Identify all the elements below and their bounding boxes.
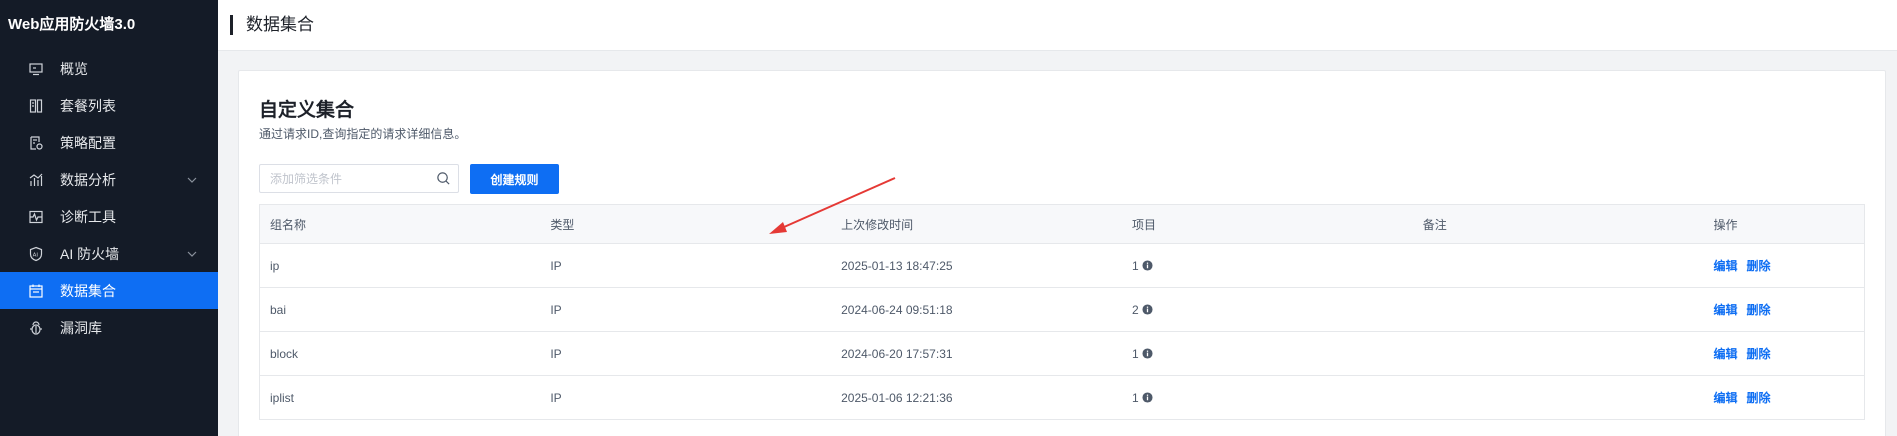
cell-items: 2 [1131,287,1423,332]
cell-modified: 2025-01-06 12:21:36 [841,375,1132,420]
sidebar-item-label: 概览 [60,60,88,77]
cell-type: IP [550,243,842,288]
table-row: block IP 2024-06-20 17:57:31 1 编辑 删除 [259,331,1865,376]
sidebar-item-ai-firewall[interactable]: AI AI 防火墙 [0,235,218,272]
svg-text:AI: AI [33,252,39,258]
cell-actions: 编辑 删除 [1713,331,1865,376]
cell-remark [1422,331,1714,376]
cell-type: IP [550,331,842,376]
items-count: 2 [1131,302,1139,317]
app-title: Web应用防火墙3.0 [8,16,136,33]
table-row: ip IP 2025-01-13 18:47:25 1 编辑 删除 [259,243,1865,288]
sidebar-item-policy-config[interactable]: 策略配置 [0,124,218,161]
sidebar-item-label: 数据集合 [60,282,116,299]
sidebar-item-label: 漏洞库 [60,319,102,336]
cell-items: 1 [1131,375,1423,420]
sidebar-item-label: 策略配置 [60,134,116,151]
table-row: bai IP 2024-06-24 09:51:18 2 编辑 删除 [259,287,1865,332]
cell-group-name: iplist [259,375,551,420]
policy-icon [28,135,44,151]
cell-remark [1422,243,1714,288]
chevron-down-icon [187,251,197,257]
cell-actions: 编辑 删除 [1713,287,1865,332]
cell-type: IP [550,287,842,332]
edit-link[interactable]: 编辑 [1714,391,1738,405]
cell-remark [1422,375,1714,420]
cell-group-name: block [259,331,551,376]
page-header: 数据集合 [218,0,1897,51]
cell-items: 1 [1131,243,1423,288]
items-count: 1 [1131,346,1139,361]
analytics-icon [28,172,44,188]
data-collection-icon [28,283,44,299]
cell-actions: 编辑 删除 [1713,375,1865,420]
items-count: 1 [1131,390,1139,405]
column-header-group-name: 组名称 [259,204,551,244]
diagnose-icon [28,209,44,225]
header-accent-bar [230,15,233,35]
create-rule-button[interactable]: 创建规则 [470,164,559,194]
chevron-down-icon [187,177,197,183]
collection-table: 组名称 类型 上次修改时间 项目 备注 操作 ip IP 2025-01-13 … [259,204,1865,420]
sidebar-item-package-list[interactable]: 套餐列表 [0,87,218,124]
delete-link[interactable]: 删除 [1747,391,1771,405]
package-list-icon [28,98,44,114]
vulnerability-icon [28,320,44,336]
sidebar-item-data-analysis[interactable]: 数据分析 [0,161,218,198]
edit-link[interactable]: 编辑 [1714,347,1738,361]
cell-group-name: bai [259,287,551,332]
cell-items: 1 [1131,331,1423,376]
search-icon[interactable] [436,171,451,186]
ai-shield-icon: AI [28,246,44,262]
delete-link[interactable]: 删除 [1747,259,1771,273]
cell-modified: 2025-01-13 18:47:25 [841,243,1132,288]
cell-type: IP [550,375,842,420]
info-icon[interactable] [1142,347,1153,359]
filter-search-box [259,164,459,193]
info-icon[interactable] [1142,391,1153,403]
edit-link[interactable]: 编辑 [1714,303,1738,317]
filter-input[interactable] [260,165,430,192]
edit-link[interactable]: 编辑 [1714,259,1738,273]
table-header-row: 组名称 类型 上次修改时间 项目 备注 操作 [259,204,1865,244]
sidebar-item-label: 套餐列表 [60,97,116,114]
column-header-items: 项目 [1131,204,1423,244]
sidebar-item-diagnostic-tools[interactable]: 诊断工具 [0,198,218,235]
sidebar-item-label: 诊断工具 [60,208,116,225]
sidebar: Web应用防火墙3.0 概览 套餐列表 策略配置 数据分析 诊断工具 AI AI… [0,0,218,436]
custom-collection-card: 自定义集合 通过请求ID,查询指定的请求详细信息。 创建规则 组名称 类型 上次… [238,70,1886,436]
table-row: iplist IP 2025-01-06 12:21:36 1 编辑 删除 [259,375,1865,420]
sidebar-item-label: AI 防火墙 [60,245,120,262]
column-header-actions: 操作 [1713,204,1865,244]
sidebar-nav: 概览 套餐列表 策略配置 数据分析 诊断工具 AI AI 防火墙 数据集合 漏洞… [0,50,218,346]
delete-link[interactable]: 删除 [1747,347,1771,361]
cell-group-name: ip [259,243,551,288]
cell-modified: 2024-06-20 17:57:31 [841,331,1132,376]
info-icon[interactable] [1142,259,1153,271]
sidebar-item-data-collection[interactable]: 数据集合 [0,272,218,309]
items-count: 1 [1131,258,1139,273]
page-title: 数据集合 [246,15,314,34]
sidebar-item-vulnerability-db[interactable]: 漏洞库 [0,309,218,346]
section-description: 通过请求ID,查询指定的请求详细信息。 [259,127,467,141]
monitor-icon [28,61,44,77]
cell-actions: 编辑 删除 [1713,243,1865,288]
annotation-arrow-icon [769,177,896,234]
cell-remark [1422,287,1714,332]
sidebar-item-overview[interactable]: 概览 [0,50,218,87]
delete-link[interactable]: 删除 [1747,303,1771,317]
info-icon[interactable] [1142,303,1153,315]
section-title: 自定义集合 [259,100,355,121]
sidebar-item-label: 数据分析 [60,171,116,188]
cell-modified: 2024-06-24 09:51:18 [841,287,1132,332]
column-header-remark: 备注 [1422,204,1714,244]
